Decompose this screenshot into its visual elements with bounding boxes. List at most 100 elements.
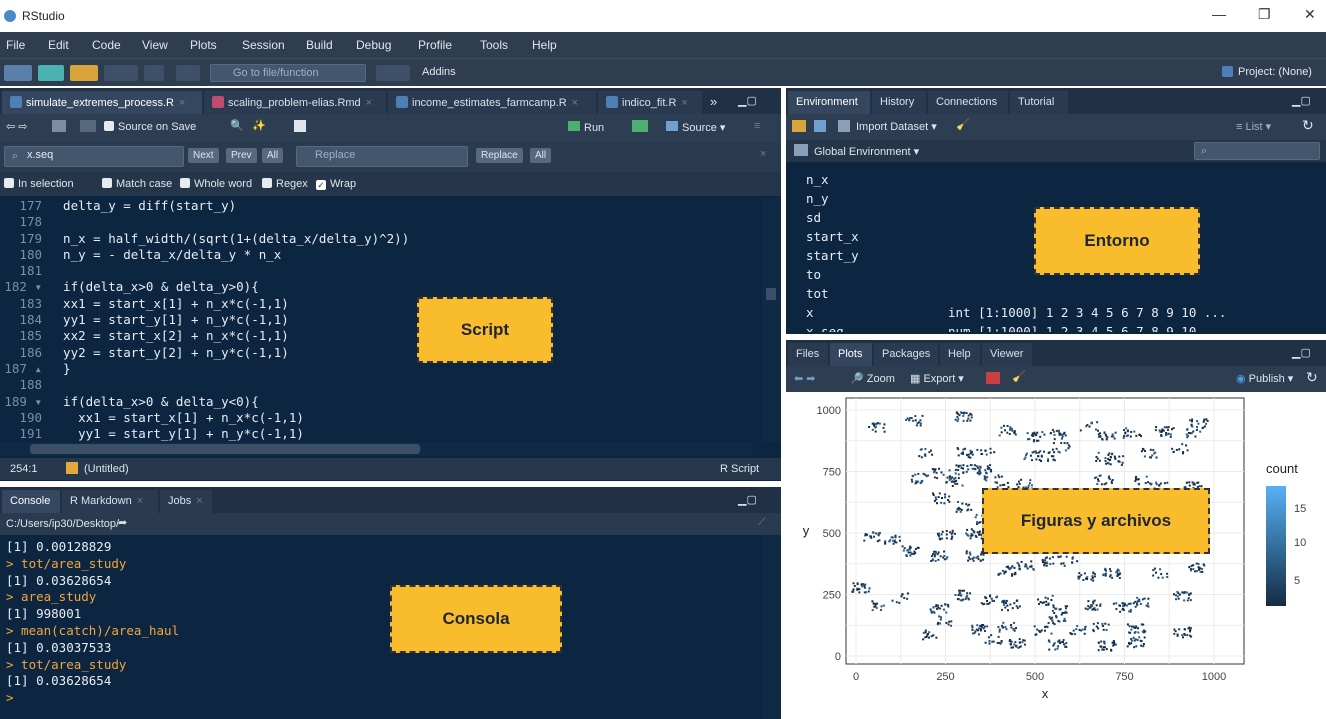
restore-icon[interactable]: ❐	[1258, 6, 1271, 23]
environment-variable[interactable]: tot	[806, 284, 1316, 303]
console-output[interactable]: [1] 0.00128829 > tot/area_study [1] 0.0362…	[6, 539, 756, 717]
tab-plots[interactable]: Plots	[830, 343, 872, 366]
tab-files[interactable]: Files	[788, 343, 828, 366]
match-case-checkbox[interactable]: Match case	[102, 178, 172, 190]
refresh-icon[interactable]: ↻	[1302, 117, 1314, 134]
export-menu[interactable]: ▦ Export ▾	[910, 372, 964, 385]
menu-profile[interactable]: Profile	[418, 38, 452, 52]
code-area[interactable]: 177 delta_y = diff(start_y) 178 179 n_x = …	[0, 198, 762, 442]
source-on-save-checkbox[interactable]: Source on Save	[104, 121, 196, 133]
project-menu[interactable]: Project: (None)	[1238, 66, 1312, 78]
save-workspace-icon[interactable]	[814, 120, 826, 132]
tab-simulate-extremes[interactable]: simulate_extremes_process.R ×	[2, 91, 202, 114]
import-dataset-menu[interactable]: Import Dataset ▾	[856, 120, 937, 133]
replace-button[interactable]: Replace	[476, 148, 523, 163]
code-tools-icon[interactable]: ✨	[252, 119, 266, 132]
load-workspace-icon[interactable]	[792, 120, 806, 132]
zoom-button[interactable]: 🔎 Zoom	[850, 372, 895, 385]
code-line[interactable]: 178	[0, 214, 762, 230]
tab-history[interactable]: History	[872, 91, 926, 114]
addins-menu[interactable]: Addins	[422, 66, 456, 78]
tab-connections[interactable]: Connections	[928, 91, 1008, 114]
environment-variable[interactable]: n_y	[806, 189, 1316, 208]
env-search-input[interactable]: ⌕	[1194, 142, 1320, 160]
wrap-checkbox[interactable]: ✓ Wrap	[316, 178, 356, 190]
scope-selector[interactable]: (Untitled)	[84, 463, 129, 475]
editor-scrollbar[interactable]	[762, 198, 781, 442]
compile-report-icon[interactable]	[294, 120, 306, 132]
replace-input[interactable]: Replace	[296, 146, 468, 167]
new-file-icon[interactable]	[4, 65, 32, 81]
menu-view[interactable]: View	[142, 38, 168, 52]
environment-variable[interactable]: n_x	[806, 170, 1316, 189]
code-line[interactable]: 179 n_x = half_width/(sqrt(1+(delta_x/de…	[0, 231, 762, 247]
minimize-icon[interactable]: —	[1212, 6, 1226, 22]
tab-tutorial[interactable]: Tutorial	[1010, 91, 1068, 114]
minimize-env-icon[interactable]: ▁▢	[1292, 94, 1311, 107]
code-line[interactable]: 182 ▾ if(delta_x>0 & delta_y>0){	[0, 279, 762, 295]
menu-build[interactable]: Build	[306, 38, 333, 52]
menu-file[interactable]: File	[6, 38, 25, 52]
clear-console-icon[interactable]: ⟋	[758, 516, 766, 529]
save-all-icon[interactable]	[144, 65, 164, 81]
refresh-plot-icon[interactable]: ↻	[1306, 369, 1318, 386]
tab-jobs[interactable]: Jobs ×	[160, 490, 212, 513]
source-button[interactable]: Source ▾	[666, 121, 725, 134]
new-project-icon[interactable]	[38, 65, 64, 81]
remove-plot-icon[interactable]	[986, 372, 1000, 384]
close-find-icon[interactable]: ×	[760, 148, 766, 160]
goto-file-input[interactable]: Go to file/function	[210, 64, 366, 82]
tab-income-estimates[interactable]: income_estimates_farmcamp.R ×	[388, 91, 596, 114]
minimize-files-icon[interactable]: ▁▢	[1292, 346, 1311, 359]
go-to-directory-icon[interactable]: ➦	[118, 516, 127, 529]
environment-variable[interactable]: x.seq num [1:1000] 1 2 3 4 5 6 7 8 9 10 .…	[806, 322, 1316, 332]
file-type-selector[interactable]: R Script	[720, 463, 759, 475]
clear-plots-icon[interactable]: 🧹	[1012, 370, 1026, 383]
code-line[interactable]: 183 xx1 = start_x[1] + n_x*c(-1,1)	[0, 296, 762, 312]
in-selection-checkbox[interactable]: In selection	[4, 178, 74, 190]
menu-code[interactable]: Code	[92, 38, 121, 52]
run-button[interactable]: Run	[568, 121, 604, 134]
environment-variable[interactable]: x int [1:1000] 1 2 3 4 5 6 7 8 9 10 ...	[806, 303, 1316, 322]
find-input[interactable]: x.seq	[4, 146, 184, 167]
find-prev-button[interactable]: Prev	[226, 148, 257, 163]
menu-tools[interactable]: Tools	[480, 38, 508, 52]
code-line[interactable]: 187 ▴ }	[0, 361, 762, 377]
menu-help[interactable]: Help	[532, 38, 557, 52]
editor-hscrollbar[interactable]	[0, 442, 752, 456]
clear-objects-icon[interactable]: 🧹	[956, 118, 970, 131]
close-icon[interactable]: ✕	[1304, 6, 1316, 23]
menu-plots[interactable]: Plots	[190, 38, 217, 52]
more-tabs-icon[interactable]: »	[710, 94, 717, 109]
code-line[interactable]: 185 xx2 = start_x[2] + n_x*c(-1,1)	[0, 328, 762, 344]
minimize-pane-icon[interactable]: ▁▢	[738, 94, 757, 107]
menu-edit[interactable]: Edit	[48, 38, 69, 52]
publish-menu[interactable]: ◉ Publish ▾	[1236, 372, 1293, 385]
menu-debug[interactable]: Debug	[356, 38, 391, 52]
tab-indico-fit[interactable]: indico_fit.R ×	[598, 91, 702, 114]
rerun-icon[interactable]	[632, 120, 648, 132]
tab-packages[interactable]: Packages	[874, 343, 938, 366]
tab-rmarkdown[interactable]: R Markdown ×	[62, 490, 158, 513]
code-line[interactable]: 180 n_y = - delta_x/delta_y * n_x	[0, 247, 762, 263]
code-line[interactable]: 177 delta_y = diff(start_y)	[0, 198, 762, 214]
outline-icon[interactable]: ≡	[754, 120, 760, 132]
code-line[interactable]: 188	[0, 377, 762, 393]
tab-viewer[interactable]: Viewer	[982, 343, 1032, 366]
minimize-console-icon[interactable]: ▁▢	[738, 493, 757, 506]
tab-scaling-problem[interactable]: scaling_problem-elias.Rmd ×	[204, 91, 386, 114]
whole-word-checkbox[interactable]: Whole word	[180, 178, 252, 190]
menu-session[interactable]: Session	[242, 38, 285, 52]
tab-console[interactable]: Console	[2, 490, 60, 513]
list-view-menu[interactable]: ≡ List ▾	[1236, 120, 1271, 133]
tab-help[interactable]: Help	[940, 343, 980, 366]
find-all-button[interactable]: All	[262, 148, 284, 163]
code-line[interactable]: 191 yy1 = start_y[1] + n_y*c(-1,1)	[0, 426, 762, 442]
show-in-window-icon[interactable]	[52, 120, 66, 132]
regex-checkbox[interactable]: Regex	[262, 178, 308, 190]
code-line[interactable]: 184 yy1 = start_y[1] + n_y*c(-1,1)	[0, 312, 762, 328]
code-line[interactable]: 190 xx1 = start_x[1] + n_x*c(-1,1)	[0, 410, 762, 426]
plot-back-forward-icon[interactable]: ⬅ ➡	[794, 372, 816, 385]
save-file-icon[interactable]	[80, 120, 96, 132]
replace-all-button[interactable]: All	[530, 148, 552, 163]
